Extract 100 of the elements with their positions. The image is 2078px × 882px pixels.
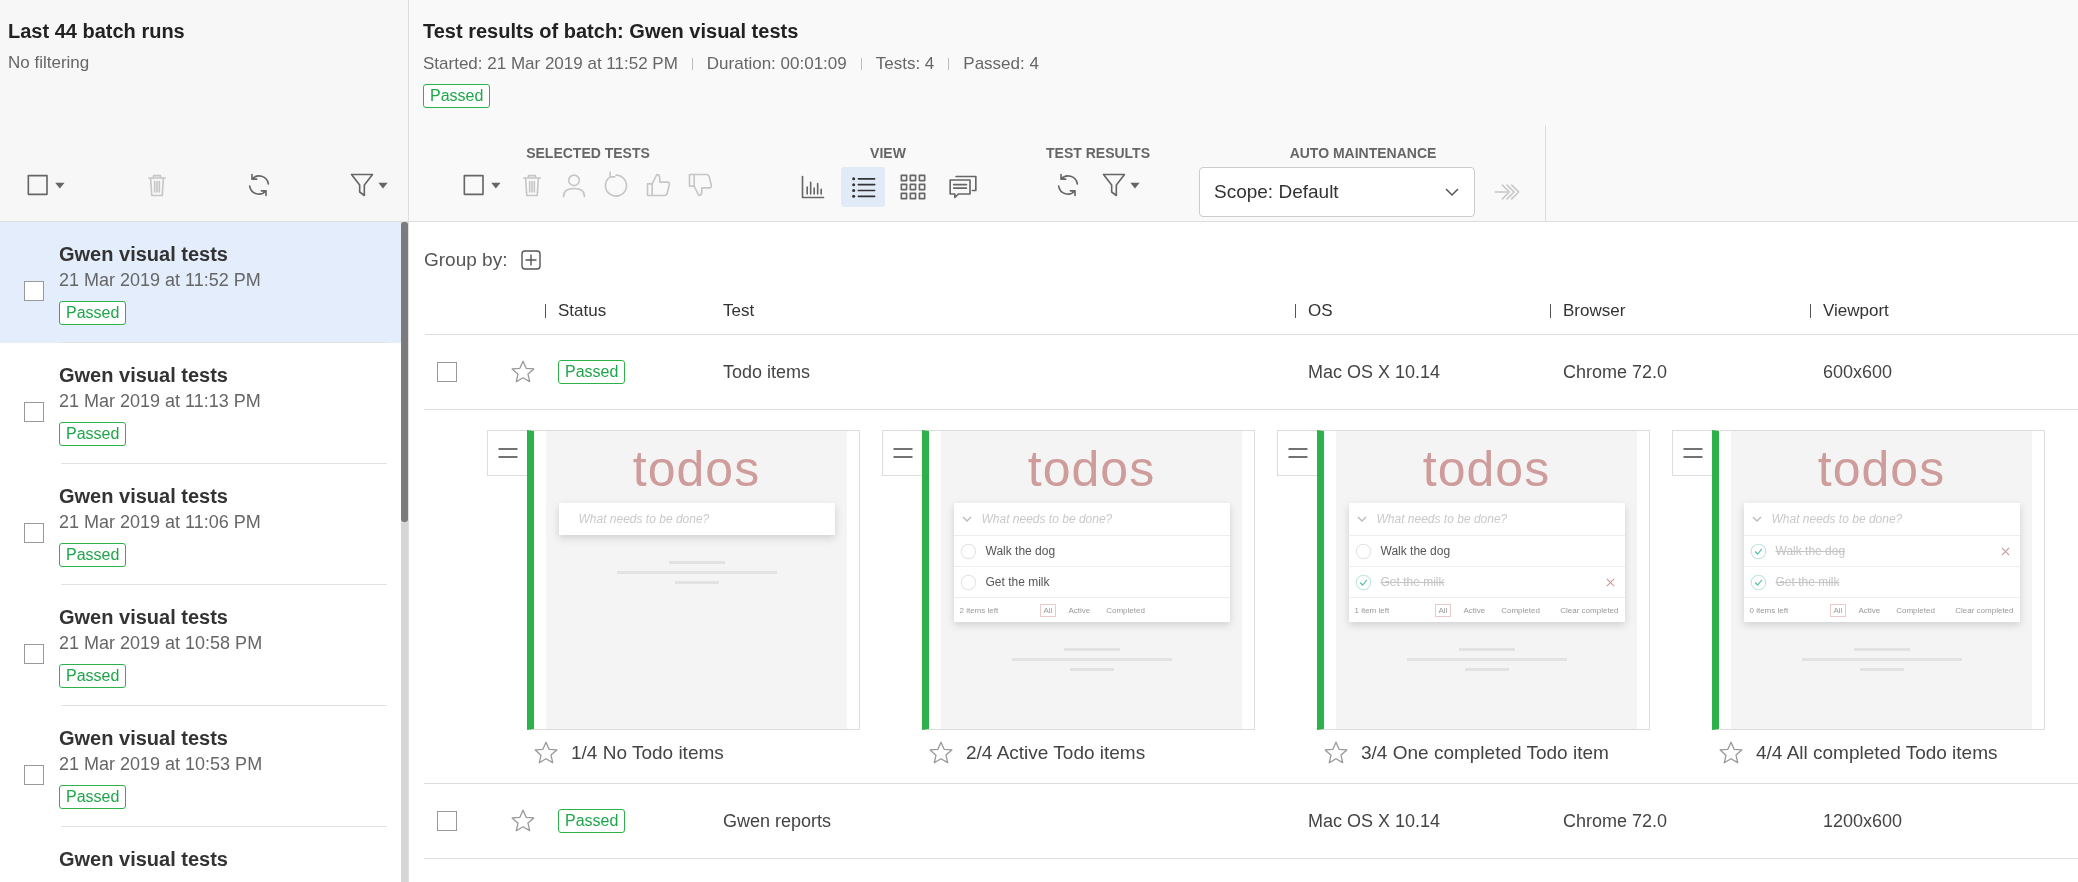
check-circle-icon[interactable] (1354, 542, 1372, 560)
column-header[interactable]: Status (545, 304, 724, 318)
menu-icon (892, 447, 913, 459)
check-circle-icon[interactable] (1354, 573, 1372, 591)
filter-link[interactable]: Active (1064, 603, 1095, 617)
step-caption: 2/4 Active Todo items (966, 742, 1146, 764)
table-cell-text: Mac OS X 10.14 (1308, 361, 1442, 383)
batch-run-item[interactable]: Gwen visual tests 21 Mar 2019 at 11:06 PM Passed (0, 464, 401, 585)
star-icon[interactable] (510, 808, 536, 834)
batch-run-item[interactable]: Gwen visual tests 21 Mar 2019 at 11:52 PM Passed (0, 222, 401, 343)
batch-name: Gwen visual tests (59, 727, 229, 750)
grid-icon (899, 173, 927, 201)
batch-run-item[interactable]: Gwen visual tests 21 Mar 2019 at 11:13 PM Passed (0, 343, 401, 464)
checkbox[interactable] (24, 523, 44, 543)
star-icon[interactable] (533, 740, 559, 766)
clear-completed-link[interactable]: Clear completed (1560, 605, 1619, 615)
todo-item-text: Get the milk (1380, 575, 1446, 589)
check-circle-icon[interactable] (959, 573, 977, 591)
status-badge: Passed (59, 301, 127, 325)
add-group-button[interactable] (521, 250, 542, 270)
checkbox[interactable] (24, 281, 44, 301)
batch-name: Gwen visual tests (59, 848, 228, 871)
batch-meta: Passed: 4 (948, 58, 1039, 70)
status-badge: Passed (59, 785, 127, 809)
filter-link[interactable]: Completed (1497, 603, 1544, 617)
step-caption: 4/4 All completed Todo items (1756, 742, 1998, 764)
close-icon[interactable] (1605, 577, 1615, 587)
step-caption: 1/4 No Todo items (571, 742, 724, 764)
batch-date: 21 Mar 2019 at 11:13 PM (59, 391, 261, 412)
close-icon[interactable] (2000, 546, 2010, 556)
filter-link[interactable]: Active (1854, 603, 1885, 617)
table-cell-text: Mac OS X 10.14 (1308, 810, 1442, 832)
checkbox[interactable] (24, 644, 44, 664)
star-icon[interactable] (1323, 740, 1349, 766)
toolbar-group-label: VIEW (870, 145, 906, 161)
status-badge: Passed (558, 809, 626, 833)
status-badge: Passed (558, 360, 626, 384)
chevron-down-icon (1751, 516, 1762, 522)
items-left-count: 0 items left (1749, 605, 1790, 615)
panel-title: Last 44 batch runs (8, 20, 186, 43)
checkbox[interactable] (437, 811, 457, 831)
step-caption: 3/4 One completed Todo item (1361, 742, 1609, 764)
checkbox[interactable] (24, 765, 44, 785)
batch-name: Gwen visual tests (59, 364, 229, 387)
menu-icon (1682, 447, 1703, 459)
comments-icon (949, 173, 977, 201)
scope-dropdown[interactable]: Scope: Default (1199, 167, 1475, 217)
check-circle-icon[interactable] (959, 542, 977, 560)
column-header[interactable]: OS (1295, 304, 1564, 318)
star-icon[interactable] (1718, 740, 1744, 766)
app-logo: todos (1817, 441, 1946, 497)
filter-icon (1100, 171, 1142, 199)
batch-run-item[interactable]: Gwen visual tests 21 Mar 2019 at 10:53 PM Passed (0, 706, 401, 827)
list-view-button[interactable] (841, 167, 885, 207)
column-header[interactable]: Browser (1550, 304, 1824, 318)
filter-link[interactable]: All (1434, 603, 1452, 617)
toolbar-group-label: AUTO MAINTENANCE (1289, 145, 1437, 161)
clear-completed-link[interactable]: Clear completed (1955, 605, 2014, 615)
star-icon[interactable] (928, 740, 954, 766)
app-logo: todos (1027, 441, 1156, 497)
menu-button[interactable] (1672, 430, 1712, 476)
todo-item-text: Get the milk (985, 575, 1051, 589)
status-badge: Passed (59, 422, 127, 446)
toolbar-group-label: TEST RESULTS (1046, 145, 1150, 161)
batch-date: 21 Mar 2019 at 11:52 PM (59, 270, 261, 291)
filter-link[interactable]: All (1829, 603, 1847, 617)
chevron-down-icon (1356, 516, 1367, 522)
star-icon[interactable] (510, 359, 536, 385)
menu-button[interactable] (487, 430, 527, 476)
batch-run-item[interactable]: Gwen visual tests 21 Mar 2019 at 10:58 PM Passed (0, 585, 401, 706)
table-cell-text: 1200x600 (1823, 810, 1904, 832)
items-left-count: 1 item left (1354, 605, 1391, 615)
checkbox[interactable] (24, 402, 44, 422)
status-badge: Passed (423, 84, 491, 108)
scrollbar-thumb[interactable] (401, 222, 408, 522)
menu-button[interactable] (882, 430, 922, 476)
menu-button[interactable] (1277, 430, 1317, 476)
filter-link[interactable]: All (1039, 603, 1057, 617)
batch-title: Test results of batch: Gwen visual tests (423, 20, 800, 43)
bar-chart-icon (799, 173, 827, 201)
chevron-down-icon (961, 516, 972, 522)
table-cell-text: 600x600 (1823, 361, 1894, 383)
table-cell-text: Chrome 72.0 (1563, 361, 1669, 383)
toolbar-group-label: SELECTED TESTS (526, 145, 650, 161)
check-circle-icon[interactable] (1749, 573, 1767, 591)
batch-name: Gwen visual tests (59, 606, 229, 629)
checkbox[interactable] (437, 362, 457, 382)
check-circle-icon[interactable] (1749, 542, 1767, 560)
plus-icon (521, 250, 542, 270)
filter-link[interactable]: Completed (1102, 603, 1149, 617)
todo-item-text: Walk the dog (985, 544, 1057, 558)
chevron-down-icon (1444, 187, 1460, 197)
filter-status: No filtering (8, 53, 91, 73)
batch-date: 21 Mar 2019 at 10:58 PM (59, 633, 263, 654)
table-cell-text: Chrome 72.0 (1563, 810, 1669, 832)
filter-link[interactable]: Active (1459, 603, 1490, 617)
filter-link[interactable]: Completed (1892, 603, 1939, 617)
undo-arrow-icon (602, 171, 630, 199)
menu-icon (1287, 447, 1308, 459)
scrollbar[interactable] (401, 222, 408, 882)
